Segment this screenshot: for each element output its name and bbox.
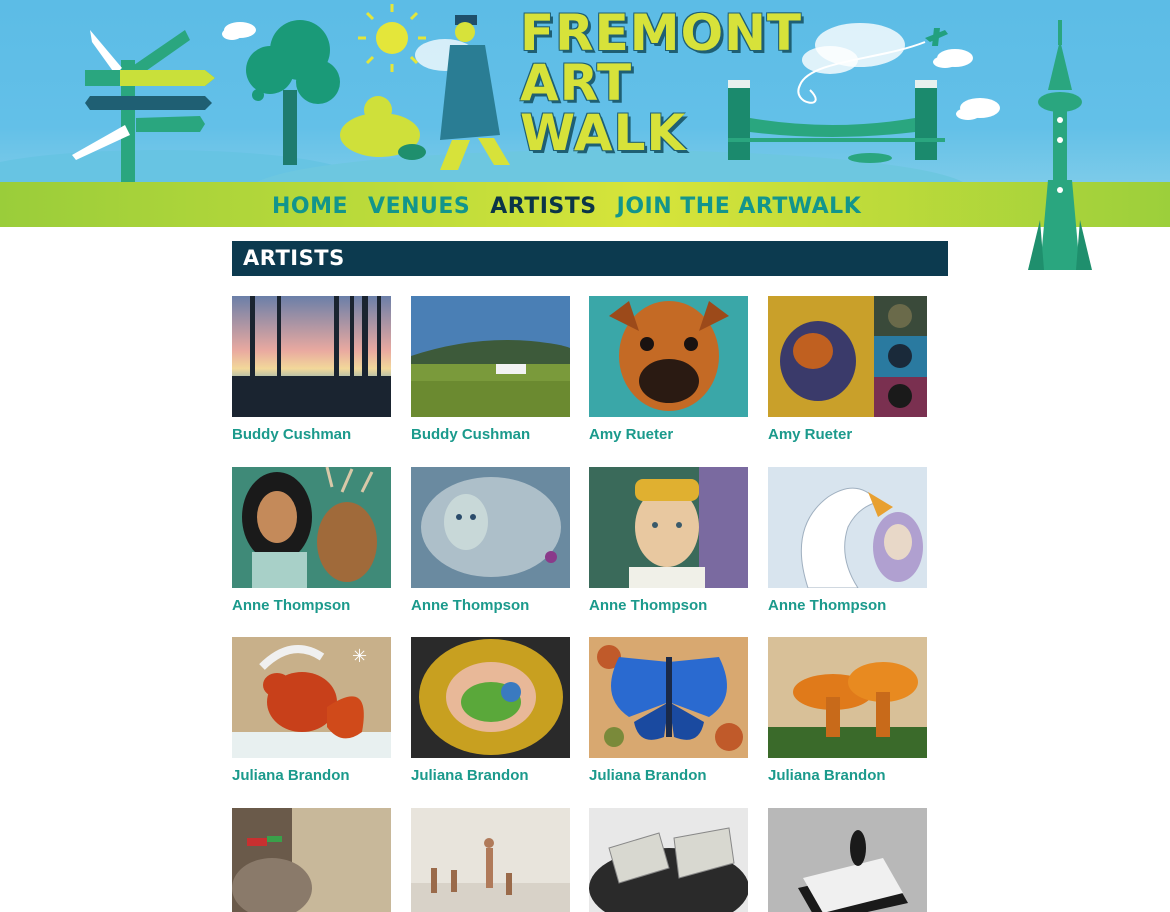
artist-tile[interactable]: Juliana Brandon [589,637,748,784]
artist-tile[interactable]: Anne Thompson [411,467,570,614]
site-logo[interactable]: FREMONT ART WALK [520,8,802,158]
artist-tile[interactable]: ✳ Juliana Brandon [232,637,391,784]
nav-artists[interactable]: ARTISTS [490,193,596,221]
artist-tile[interactable] [589,808,748,912]
artist-name-link[interactable]: Juliana Brandon [768,767,927,784]
artist-tile[interactable] [768,808,927,912]
header-banner: FREMONT ART WALK [0,0,1170,182]
main-nav: HOME VENUES ARTISTS JOIN THE ARTWALK [272,193,861,221]
artist-name-link[interactable]: Anne Thompson [232,597,391,614]
artist-name-link[interactable]: Buddy Cushman [232,426,391,443]
artist-tile[interactable] [232,808,391,912]
artist-tile[interactable]: Buddy Cushman [232,296,391,443]
artwork-thumbnail-girl-yellow-hat[interactable] [589,467,748,588]
artist-tile[interactable]: Buddy Cushman [411,296,570,443]
artist-tile[interactable]: Juliana Brandon [411,637,570,784]
sun-icon [358,4,426,72]
artist-tile[interactable] [411,808,570,912]
artist-name-link[interactable]: Juliana Brandon [232,767,391,784]
artwork-thumbnail-orange-mushroom[interactable] [768,637,927,758]
artwork-thumbnail-dog-portrait[interactable] [589,296,748,417]
artist-name-link[interactable]: Buddy Cushman [411,426,570,443]
troll-sculpture-icon [340,96,426,160]
page-title: ARTISTS [232,241,948,276]
artwork-thumbnail-white-sculpture[interactable] [768,808,927,912]
artwork-thumbnail-beach-people[interactable] [411,808,570,912]
artwork-thumbnail-red-squirrel[interactable]: ✳ [232,637,391,758]
space-needle-icon [1028,20,1092,270]
artist-name-link[interactable]: Amy Rueter [768,426,927,443]
artwork-thumbnail-swan-girl[interactable] [768,467,927,588]
nav-join-the-artwalk[interactable]: JOIN THE ARTWALK [617,193,862,221]
artist-name-link[interactable]: Juliana Brandon [411,767,570,784]
artwork-thumbnail-sunset-trees[interactable] [232,296,391,417]
nav-home[interactable]: HOME [272,193,348,221]
nav-venues[interactable]: VENUES [368,193,470,221]
logo-line-2: ART [520,54,633,112]
artist-tile[interactable]: Anne Thompson [232,467,391,614]
artwork-thumbnail-rocky-shore[interactable] [232,808,391,912]
artist-tile[interactable]: Anne Thompson [768,467,927,614]
artist-tile[interactable]: Amy Rueter [589,296,748,443]
artwork-thumbnail-bird-on-doily[interactable] [411,637,570,758]
artwork-thumbnail-farm-landscape[interactable] [411,296,570,417]
tree-icon [246,20,340,165]
artist-tile[interactable]: Juliana Brandon [768,637,927,784]
artist-name-link[interactable]: Amy Rueter [589,426,748,443]
airplane-icon [925,28,948,46]
signpost-icon [72,30,215,182]
artwork-thumbnail-dog-collage[interactable] [768,296,927,417]
artist-name-link[interactable]: Anne Thompson [768,597,927,614]
artist-tile[interactable]: Amy Rueter [768,296,927,443]
artwork-thumbnail-blue-moth[interactable] [589,637,748,758]
logo-line-1: FREMONT [520,4,803,62]
svg-text:✳: ✳ [352,646,367,667]
logo-line-3: WALK [520,104,687,162]
artist-name-link[interactable]: Anne Thompson [589,597,748,614]
artist-tile[interactable]: Anne Thompson [589,467,748,614]
artwork-thumbnail-girl-with-deer[interactable] [232,467,391,588]
artist-name-link[interactable]: Juliana Brandon [589,767,748,784]
walking-man-statue-icon [440,15,510,170]
artist-name-link[interactable]: Anne Thompson [411,597,570,614]
artwork-thumbnail-glass-sculpture[interactable] [589,808,748,912]
artwork-thumbnail-silver-face[interactable] [411,467,570,588]
